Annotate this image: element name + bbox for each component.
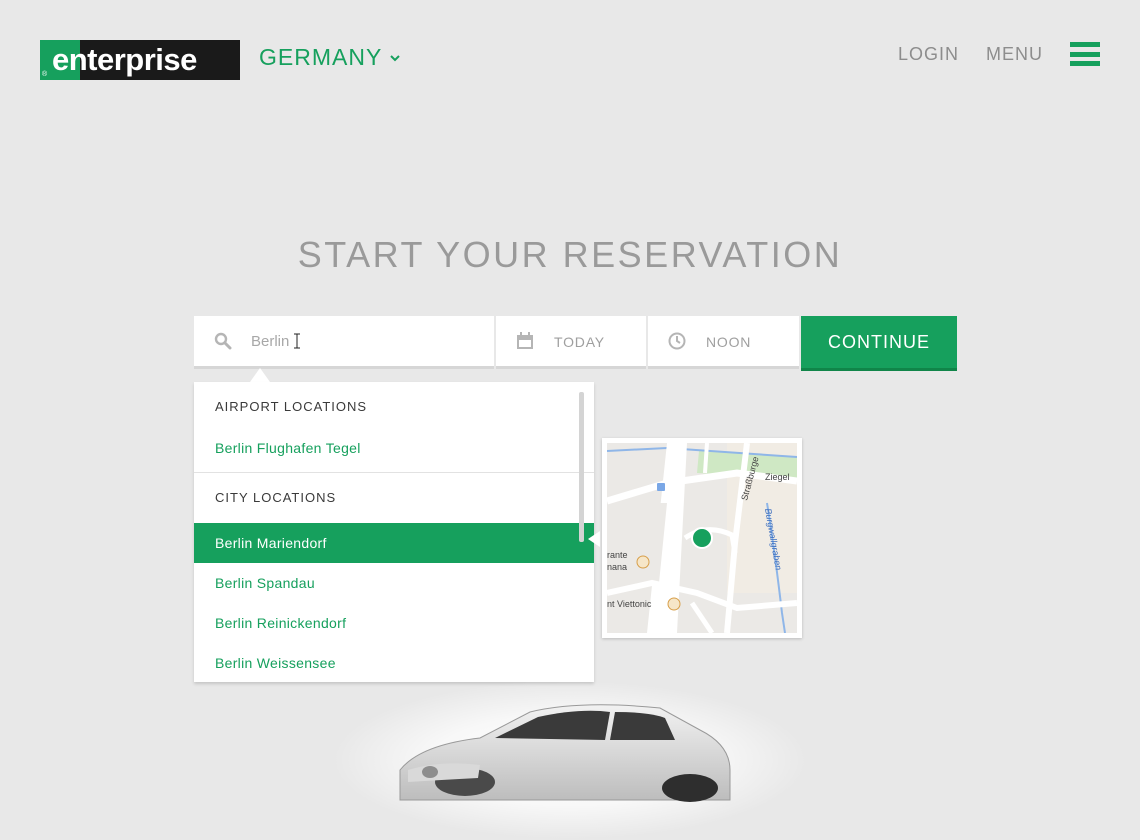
page-title: START YOUR RESERVATION [297,234,843,275]
location-input[interactable]: Berlin [194,316,494,369]
logo-registered-mark: ® [42,71,48,78]
city-locations-header: CITY LOCATIONS [215,490,337,505]
enterprise-logo[interactable]: enterprise ® [40,40,240,80]
country-label: GERMANY [259,44,383,70]
list-item[interactable]: Berlin Flughafen Tegel [194,432,594,472]
chevron-down-icon [390,54,401,61]
hamburger-menu-icon[interactable] [1070,42,1100,66]
location-suggestions-dropdown: AIRPORT LOCATIONS Berlin Flughafen Tegel… [194,382,594,682]
map-label: Ziegel [765,472,790,482]
map-label: rante [607,550,628,560]
pickup-date-value: TODAY [554,334,605,350]
list-item[interactable]: Berlin Spandau [194,563,594,603]
pickup-time-value: NOON [706,334,752,350]
list-item[interactable]: Berlin Mariendorf [194,523,594,563]
dropdown-scrollbar[interactable] [579,392,584,542]
location-map-preview[interactable]: rante nana nt Viettonic Ziegel Straßburg… [602,438,802,638]
text-cursor-icon [294,333,300,349]
login-link[interactable]: LOGIN [898,43,959,65]
reservation-search-bar: Berlin TODAY NOON CONTINUE [194,316,957,371]
logo-text: enterprise [52,42,197,77]
clock-icon [668,332,686,350]
dropdown-pointer [250,368,270,382]
airport-locations-header: AIRPORT LOCATIONS [215,399,368,414]
continue-button[interactable]: CONTINUE [801,316,957,371]
map-pointer [588,531,600,547]
pickup-time-field[interactable]: NOON [648,316,799,369]
country-selector[interactable]: GERMANY [259,44,402,71]
car-image [399,704,731,802]
list-item[interactable]: Berlin Reinickendorf [194,603,594,643]
top-navigation: LOGIN MENU [898,42,1100,66]
pickup-date-field[interactable]: TODAY [496,316,646,369]
map: rante nana nt Viettonic Ziegel Straßburg… [607,443,797,633]
menu-link[interactable]: MENU [986,43,1043,65]
map-label: nt Viettonic [607,599,652,609]
list-item[interactable]: Berlin Weissensee [194,643,594,682]
location-input-value: Berlin [251,333,290,350]
map-label: nana [607,562,627,572]
search-icon [214,332,232,350]
location-marker-icon [691,527,713,549]
calendar-icon [517,332,533,349]
